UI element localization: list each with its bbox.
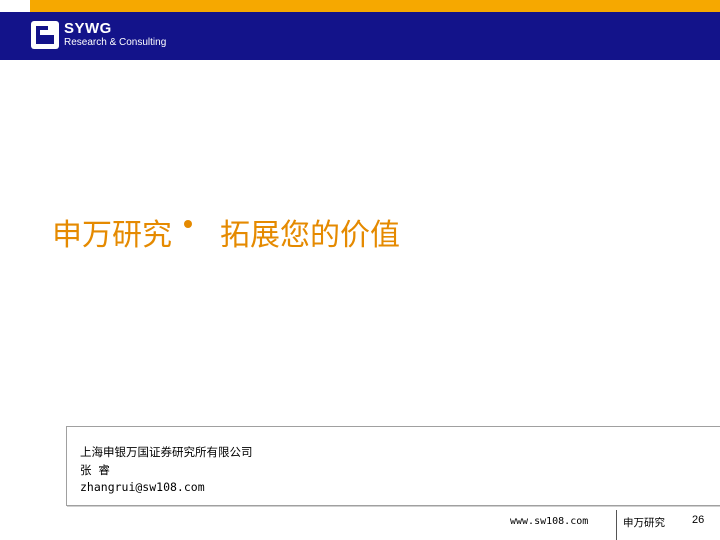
contact-email[interactable]: zhangrui@sw108.com: [80, 480, 205, 494]
sywg-logo-icon: [31, 21, 59, 49]
page-number: 26: [692, 514, 705, 526]
logo-tagline: Research & Consulting: [64, 37, 167, 48]
title-left: 申万研究: [52, 218, 172, 253]
sywg-logo: SYWG Research & Consulting: [30, 20, 180, 52]
contact-name: 张 睿: [80, 463, 110, 477]
footer-url[interactable]: www.sw108.com: [510, 516, 588, 527]
footer-brand: 申万研究: [623, 517, 665, 529]
contact-box: 上海申银万国证券研究所有限公司 张 睿 zhangrui@sw108.com: [66, 426, 720, 506]
contact-company: 上海申银万国证券研究所有限公司: [80, 445, 253, 459]
title-bullet-dot: [184, 220, 192, 228]
title-right: 拓展您的价值: [220, 218, 400, 253]
top-stripe: [0, 0, 720, 12]
footer-divider: [616, 510, 617, 540]
top-stripe-orange: [30, 0, 720, 12]
logo-name: SYWG: [64, 20, 112, 37]
slide-title: 申万研究 拓展您的价值: [52, 210, 400, 254]
